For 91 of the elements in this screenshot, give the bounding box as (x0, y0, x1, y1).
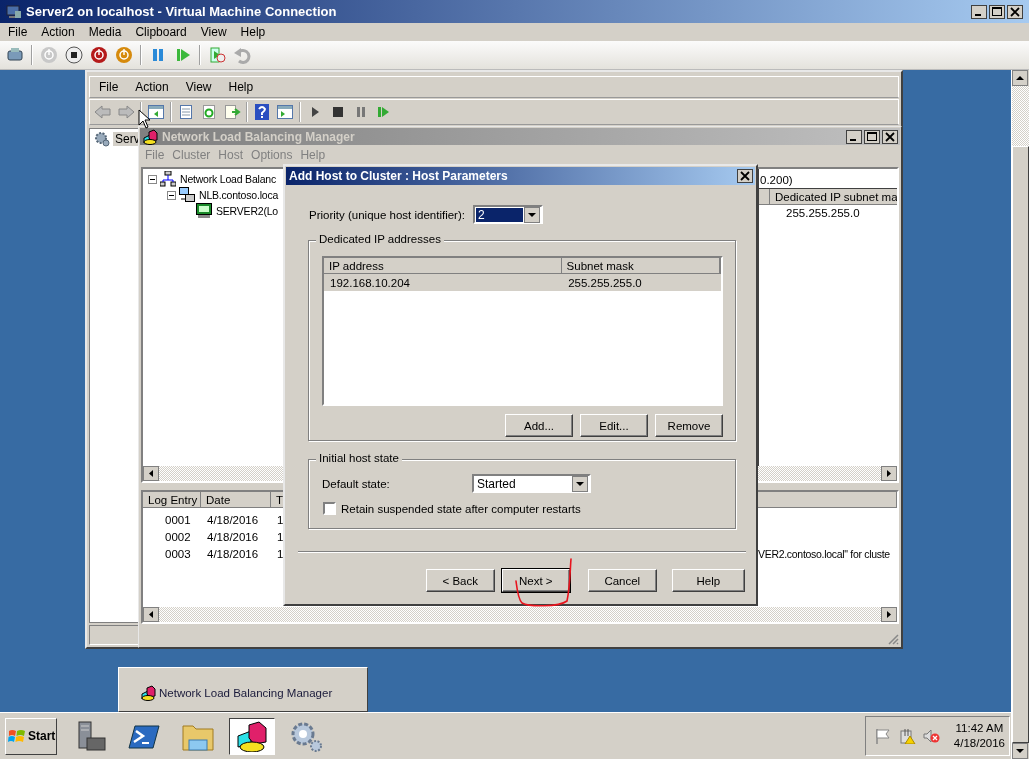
dialog-button[interactable]: Next > (501, 569, 571, 592)
flag-icon[interactable] (873, 728, 892, 744)
snapshot-icon[interactable] (208, 46, 226, 64)
scroll-left-icon[interactable] (143, 607, 159, 622)
menu-item[interactable]: View (193, 25, 234, 39)
group-title: Initial host state (316, 452, 402, 464)
computer-icon (196, 203, 212, 219)
network-icon (160, 171, 176, 187)
scroll-right-icon[interactable] (881, 466, 897, 481)
table-cell-text: 1 (276, 530, 285, 543)
column-header[interactable]: IP address (324, 258, 562, 274)
chart-icon (142, 128, 158, 145)
gears-icon (94, 131, 110, 147)
computers-icon (179, 187, 195, 203)
chart-icon (235, 720, 269, 752)
menu-item[interactable]: View (177, 80, 221, 94)
checkbox[interactable] (323, 502, 336, 515)
table-cell-text: 4/18/2016 (206, 513, 260, 526)
refresh-icon[interactable] (200, 103, 218, 121)
menu-item[interactable]: Help (220, 80, 263, 94)
window-title: Server2 on localhost - Virtual Machine Connection (26, 4, 337, 19)
field-label: Priority (unique host identifier): (309, 208, 466, 221)
table-cell-text: 0002 (164, 530, 192, 543)
export-icon[interactable] (223, 103, 241, 121)
collapse-icon[interactable] (167, 190, 176, 200)
scroll-right-icon[interactable] (881, 607, 897, 622)
column-header[interactable]: Log Entry (143, 492, 201, 508)
tree-item[interactable]: SERVER2(Lo (215, 205, 279, 217)
menu-item[interactable]: Action (127, 80, 178, 94)
menu-item[interactable]: Clipboard (128, 25, 194, 39)
caption-text: 0.200) (759, 173, 794, 188)
menu-item[interactable]: File (91, 80, 128, 94)
minimize-button[interactable] (971, 4, 987, 19)
scroll-left-icon[interactable] (143, 466, 159, 481)
group-title: Dedicated IP addresses (316, 233, 444, 245)
close-button[interactable] (737, 169, 753, 183)
column-header[interactable]: Date (201, 492, 271, 508)
properties-icon[interactable] (177, 103, 195, 121)
power-icon[interactable] (115, 46, 133, 64)
start-button[interactable]: Start (5, 717, 57, 755)
menu-item[interactable]: Help (233, 25, 273, 39)
table-cell-text: 0001 (164, 513, 192, 526)
clock[interactable]: 11:42 AM 4/18/2016 (953, 721, 1005, 751)
chart-icon (140, 684, 156, 701)
scroll-down-icon[interactable] (1012, 743, 1028, 759)
table-cell-text: 255.255.255.0 (785, 206, 861, 219)
panel-icon[interactable] (147, 103, 165, 121)
list-button[interactable]: Add... (505, 414, 573, 437)
table-cell-text: 4/18/2016 (206, 547, 260, 560)
checkbox-label[interactable]: Retain suspended state after computer restarts (341, 502, 581, 515)
network-warning-icon[interactable] (897, 728, 916, 744)
window-title: Network Load Balancing Manager (162, 129, 355, 144)
maximize-button[interactable] (989, 4, 1005, 19)
menu-item[interactable]: Media (81, 25, 129, 39)
taskbar-preview[interactable]: Network Load Balancing Manager (118, 667, 368, 712)
table-row[interactable]: 192.168.10.204 255.255.255.0 (324, 274, 721, 291)
dialog-button[interactable]: Cancel (588, 569, 657, 592)
column-header[interactable]: Subnet mask (561, 258, 720, 274)
panel-icon[interactable] (276, 103, 294, 121)
field-label: Default state: (322, 477, 391, 490)
table-cell-text: 0003 (164, 547, 192, 560)
keyboard-icon[interactable] (6, 46, 24, 64)
resize-grip-icon[interactable] (887, 633, 899, 645)
list-button[interactable]: Edit... (580, 414, 648, 437)
help-icon[interactable] (253, 103, 271, 121)
taskbar-button[interactable] (229, 717, 275, 755)
stop-icon[interactable] (65, 46, 83, 64)
speaker-muted-icon[interactable] (921, 728, 940, 744)
power-icon[interactable] (90, 46, 108, 64)
menu-item[interactable]: Action (34, 25, 82, 39)
dialog-button[interactable]: < Back (426, 569, 495, 592)
table-cell-text: 4/18/2016 (206, 530, 260, 543)
monitor-icon (6, 3, 22, 20)
column-header[interactable]: Dedicated IP subnet ma (770, 189, 897, 205)
table-cell-text: VER2.contoso.local" for cluste (758, 547, 891, 560)
tree-item[interactable]: NLB.contoso.loca (198, 189, 280, 201)
priority-dropdown[interactable]: 2 (473, 205, 543, 224)
windows-logo-icon (8, 728, 26, 744)
tree-item[interactable]: Network Load Balanc (179, 173, 277, 185)
pen-mark-drawing (514, 557, 574, 609)
scroll-up-icon[interactable] (1012, 70, 1028, 86)
close-button[interactable] (1007, 4, 1023, 19)
table-cell-text: 1 (276, 547, 285, 560)
list-button[interactable]: Remove (655, 414, 723, 437)
menu-item[interactable]: File (1, 25, 35, 39)
dialog-button[interactable]: Help (671, 569, 745, 592)
table-cell-text: 1 (276, 513, 285, 526)
window-title: Add Host to Cluster : Host Parameters (289, 169, 508, 183)
state-dropdown[interactable]: Started (472, 474, 591, 493)
collapse-icon[interactable] (148, 174, 157, 184)
gears-icon (289, 720, 323, 752)
